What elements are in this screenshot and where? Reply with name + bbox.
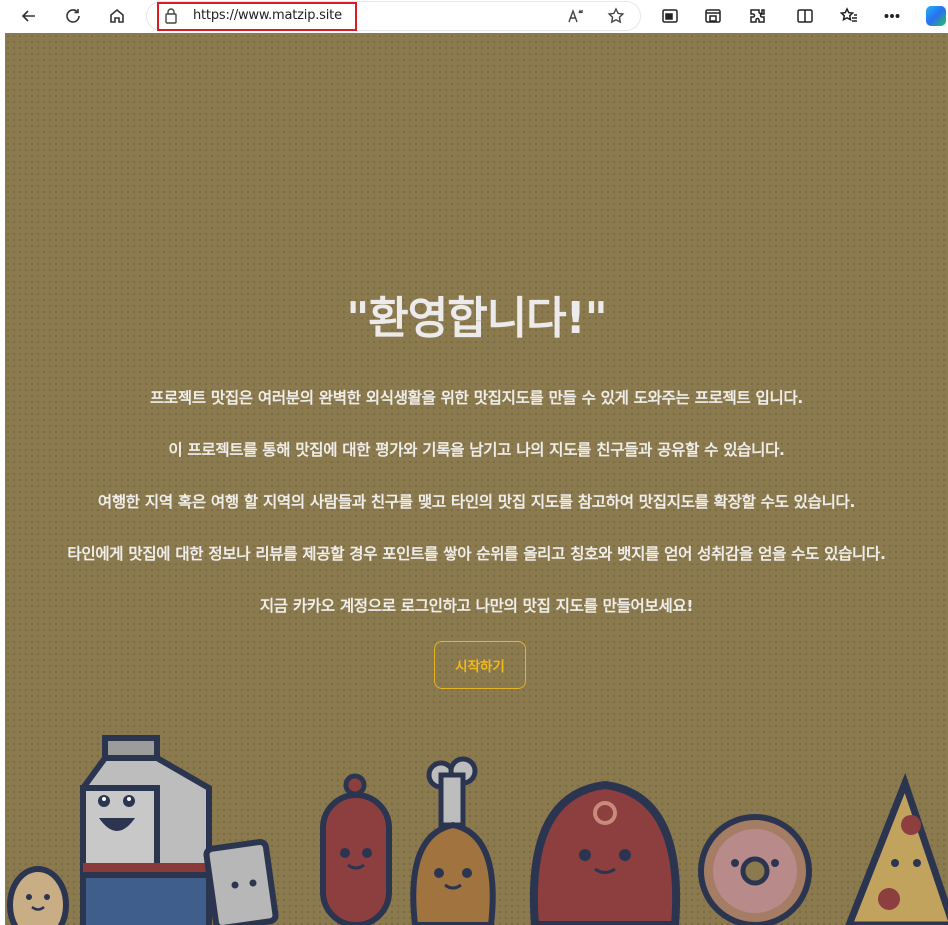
intro-line: 이 프로젝트를 통해 맛집에 대한 평가와 기록을 남기고 나의 지도를 친구들… <box>168 441 785 459</box>
food-illustration <box>7 735 948 925</box>
screencast-button[interactable] <box>703 6 723 26</box>
favorites-button[interactable] <box>839 6 859 26</box>
intro-line: 여행한 지역 혹은 여행 할 지역의 사람들과 친구를 맺고 타인의 맛집 지도… <box>97 493 856 511</box>
milk-carton-character <box>80 735 212 925</box>
egg-character <box>7 866 69 925</box>
extensions-button[interactable] <box>747 6 767 26</box>
screencast-icon <box>705 9 721 23</box>
intro-line: 타인에게 맛집에 대한 정보나 리뷰를 제공할 경우 포인트를 쌓아 순위를 올… <box>67 545 886 563</box>
copilot-icon[interactable] <box>926 6 946 26</box>
intro-line: 프로젝트 맛집은 여러분의 완벽한 외식생활을 위한 맛집지도를 만들 수 있게… <box>149 389 804 407</box>
start-button[interactable]: 시작하기 <box>434 641 526 689</box>
chicken-leg-character <box>410 756 496 925</box>
more-button[interactable] <box>882 6 902 26</box>
landing-page: "환영합니다!" 프로젝트 맛집은 여러분의 완벽한 외식생활을 위한 맛집지도… <box>5 33 948 925</box>
refresh-button[interactable] <box>61 5 85 27</box>
split-screen-button[interactable] <box>795 6 815 26</box>
steak-character <box>529 780 681 925</box>
milk-pack-character <box>203 838 279 925</box>
back-button[interactable] <box>17 5 41 27</box>
intro-line: 지금 카카오 계정으로 로그인하고 나만의 맛집 지도를 만들어보세요! <box>259 597 694 615</box>
read-aloud-button[interactable] <box>566 6 586 26</box>
back-icon <box>21 10 35 22</box>
refresh-icon <box>66 9 80 23</box>
pizza-slice-character <box>845 772 948 925</box>
home-icon <box>110 8 124 23</box>
favorites-icon <box>840 7 857 22</box>
url-highlight-box <box>157 2 357 31</box>
welcome-title: "환영합니다!" <box>346 293 607 344</box>
picture-in-picture-button[interactable] <box>660 6 680 26</box>
favorite-button[interactable] <box>606 6 626 26</box>
sausage-character <box>320 773 392 925</box>
favorite-star-icon <box>607 7 625 24</box>
picture-in-picture-icon <box>662 9 678 23</box>
extensions-icon <box>750 9 765 23</box>
read-aloud-icon <box>568 8 583 23</box>
home-button[interactable] <box>105 5 129 27</box>
more-icon <box>884 14 900 18</box>
donut-character <box>698 814 812 925</box>
split-screen-icon <box>797 9 813 23</box>
